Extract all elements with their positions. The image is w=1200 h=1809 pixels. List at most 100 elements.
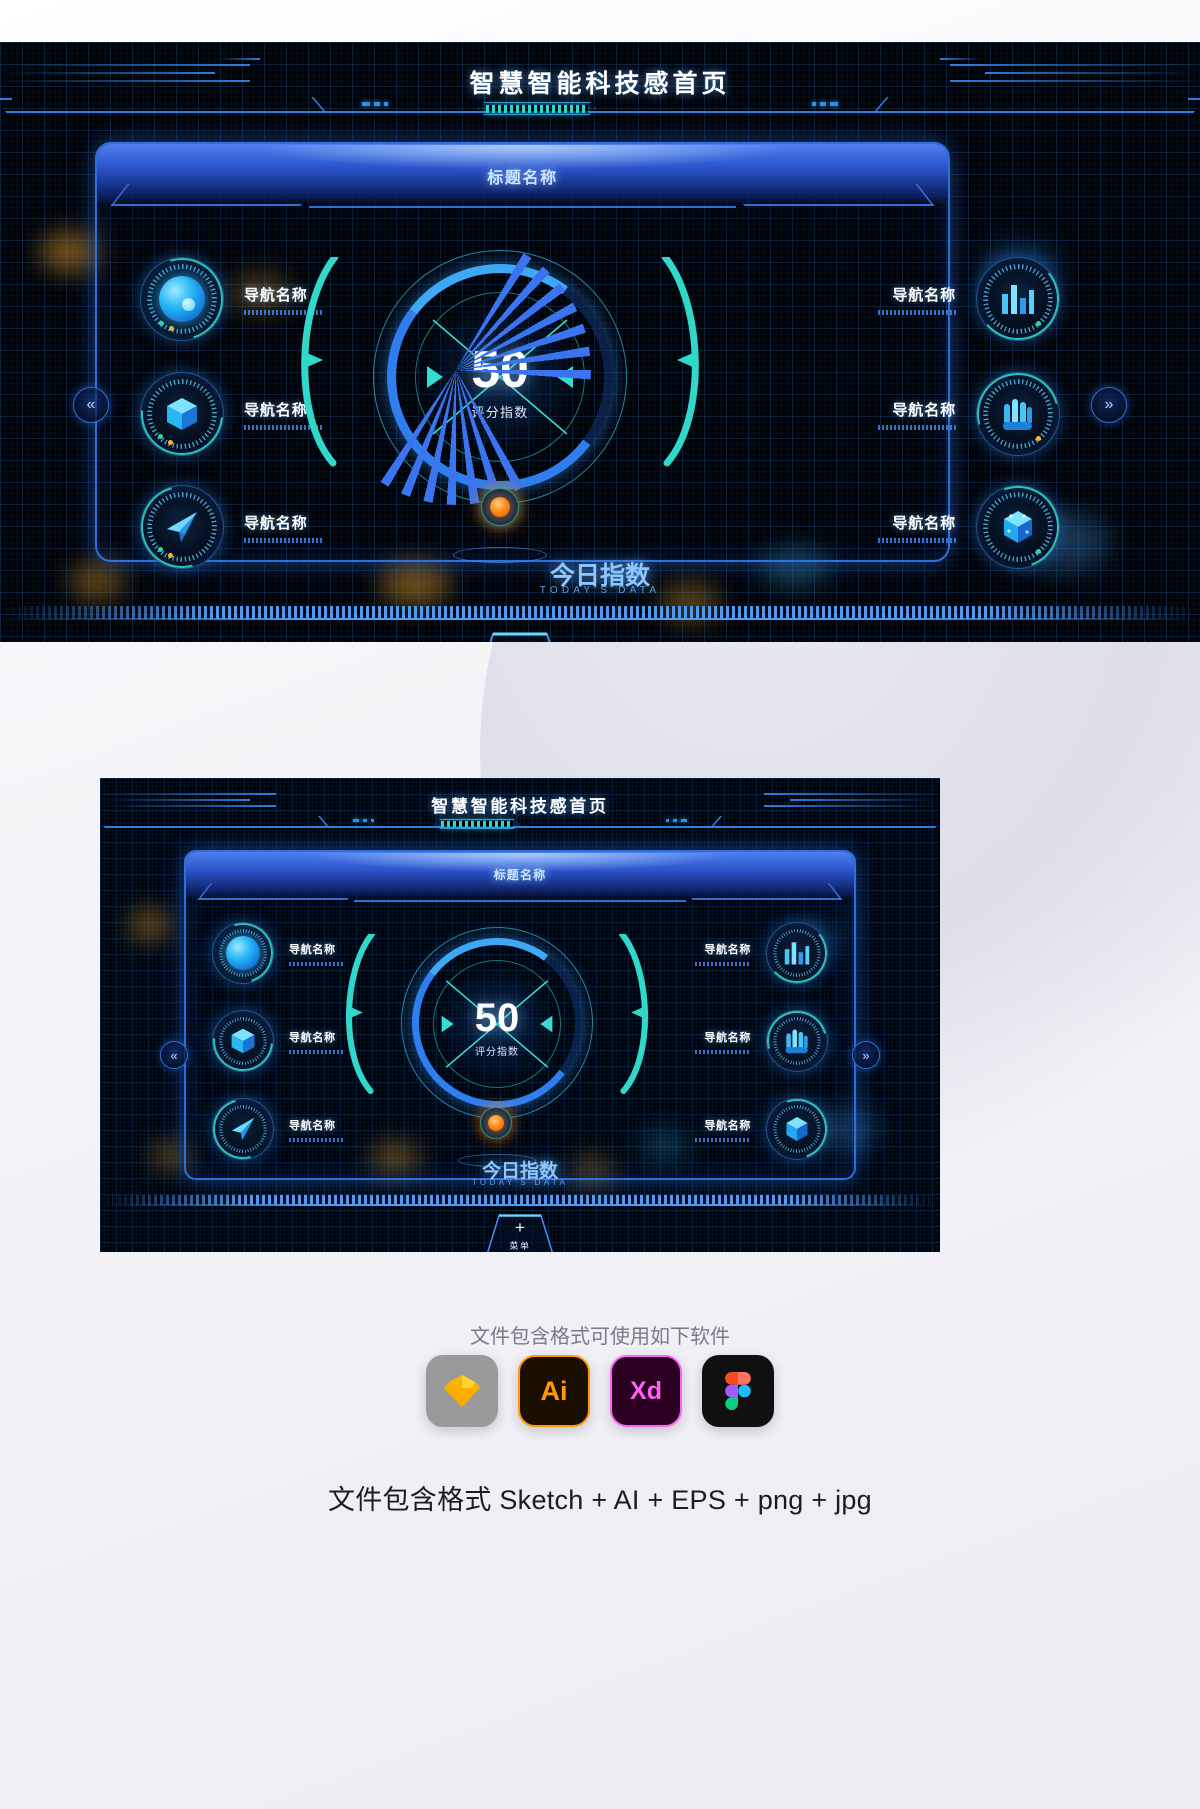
nav-ring: [764, 920, 830, 986]
cube-icon: [159, 391, 205, 437]
nav-label-bar: [878, 424, 956, 430]
bar-chart-icon-svg: [1002, 285, 1034, 314]
nav-label-bar: [878, 537, 956, 543]
preview-next-page-button[interactable]: »: [852, 1041, 880, 1069]
page-title: 智慧智能科技感首页: [469, 70, 731, 98]
nav-label-wrap: 导航名称: [878, 512, 956, 543]
software-caption: 文件包含格式可使用如下软件: [470, 1326, 730, 1348]
gauge-orb-core: [488, 1115, 504, 1131]
paper-plane-icon-svg: [167, 512, 197, 542]
fingerprint-icon-svg: [1003, 399, 1032, 430]
nav-label-wrap: 导航名称: [695, 1117, 751, 1142]
preview-nav-item-right-1[interactable]: 导航名称: [695, 920, 830, 986]
sphere-icon: [159, 276, 205, 322]
preview-titlebar-notch-right: [679, 883, 843, 900]
paper-plane-icon-svg: [231, 1117, 255, 1141]
preview-page-title: 智慧智能科技感首页: [431, 797, 609, 816]
header-chip: [486, 105, 588, 113]
titlebar-rule: [309, 206, 736, 208]
nav-ring: [973, 254, 1063, 344]
preview-bevel-right: [709, 816, 940, 828]
preview-score-gauge: 50 评分指数: [345, 898, 649, 1167]
nav-label: 导航名称: [704, 943, 751, 956]
score-gauge: 50 评分指数: [301, 212, 699, 563]
bar-chart-icon: [995, 276, 1041, 322]
paper-plane-icon: [226, 1112, 260, 1146]
nav-label-wrap: 导航名称: [695, 1029, 751, 1054]
ring-dot: [159, 321, 164, 326]
sketch-glyph: [444, 1375, 480, 1407]
nav-ring: [202, 1088, 284, 1170]
sketch-icon[interactable]: [426, 1355, 498, 1427]
figma-icon[interactable]: [702, 1355, 774, 1427]
preview-panel-title: 标题名称: [493, 868, 547, 882]
prev-page-button[interactable]: «: [73, 387, 109, 423]
ring-dot: [158, 547, 163, 552]
menu-plus-icon[interactable]: +: [0, 640, 1200, 643]
header-dots-left: [362, 102, 388, 106]
chevron-left-icon: «: [86, 396, 96, 413]
nav-label: 导航名称: [892, 514, 956, 532]
nav-label-wrap: 导航名称: [244, 512, 322, 543]
ring-dot: [1036, 549, 1041, 554]
adobe-xd-icon[interactable]: Xd: [610, 1355, 682, 1427]
gauge-right-wing: [661, 257, 699, 467]
gauge-block-arc-right: [321, 235, 591, 505]
nav-label: 导航名称: [704, 1119, 751, 1132]
paper-plane-icon: [159, 504, 205, 550]
data-cube-icon-svg: [1004, 511, 1032, 543]
bar-chart-icon: [780, 936, 814, 970]
preview-nav-item-right-3[interactable]: 导航名称: [695, 1089, 837, 1169]
nav-label-bar: [695, 1137, 751, 1142]
chevron-right-icon: »: [862, 1047, 870, 1063]
nav-ring: [124, 356, 240, 472]
gauge-left-wing: [345, 934, 376, 1094]
illustrator-icon[interactable]: Ai: [518, 1355, 590, 1427]
data-cube-icon-svg: [786, 1117, 808, 1141]
fingerprint-icon: [780, 1024, 814, 1058]
preview-titlebar-notch-left: [197, 883, 361, 900]
header-bevel-left: [0, 97, 327, 113]
cube-icon-svg: [231, 1028, 255, 1054]
sphere-icon: [226, 936, 260, 970]
cube-icon: [226, 1024, 260, 1058]
header-bevel-right: [873, 97, 1200, 113]
gauge-orb-core: [490, 497, 510, 517]
ring-dot: [1036, 321, 1041, 326]
ring-dot: [1036, 436, 1041, 441]
nav-item-right-2[interactable]: 导航名称: [878, 357, 1075, 471]
nav-item-right-1[interactable]: 导航名称: [878, 254, 1063, 344]
header-bevel-mid: [320, 111, 880, 113]
data-cube-icon: [995, 504, 1041, 550]
nav-label: 导航名称: [892, 401, 956, 419]
preview-header-chip: [441, 821, 513, 827]
gauge-value: 50: [474, 996, 520, 1040]
preview-menu-label[interactable]: 菜单: [100, 1239, 940, 1252]
ring-dot: [168, 440, 173, 445]
nav-label-bar: [244, 537, 322, 543]
software-icons: Ai Xd: [0, 1355, 1200, 1427]
preview-nav-item-left-3[interactable]: 导航名称: [202, 1088, 345, 1170]
nav-label-bar: [878, 309, 956, 315]
preview-header-dots-left: [353, 819, 374, 822]
fingerprint-icon: [995, 391, 1041, 437]
preview-bevel-mid: [325, 826, 715, 828]
cube-icon-svg: [167, 398, 197, 430]
nav-label: 导航名称: [289, 1119, 336, 1132]
preview-today-index-subtitle: TODAY'S DATA: [471, 1178, 569, 1187]
preview-bottom-ticker-line: [100, 1204, 940, 1206]
header-dots-right: [812, 102, 838, 106]
next-page-button[interactable]: »: [1091, 387, 1127, 423]
nav-label-bar: [695, 961, 751, 966]
nav-label-bar: [289, 1137, 345, 1142]
preview-bevel-left: [100, 816, 331, 828]
formats-text: 文件包含格式 Sketch + AI + EPS + png + jpg: [328, 1485, 872, 1515]
nav-label-wrap: 导航名称: [695, 941, 751, 966]
bottom-ticker-line: [0, 618, 1200, 620]
gauge-value-label: 评分指数: [475, 1047, 519, 1058]
nav-label: 导航名称: [892, 286, 956, 304]
preview-prev-page-button[interactable]: «: [160, 1041, 188, 1069]
nav-label: 导航名称: [704, 1031, 751, 1044]
preview-nav-item-right-2[interactable]: 导航名称: [695, 1000, 838, 1082]
preview-menu-plus-icon[interactable]: +: [100, 1219, 940, 1236]
